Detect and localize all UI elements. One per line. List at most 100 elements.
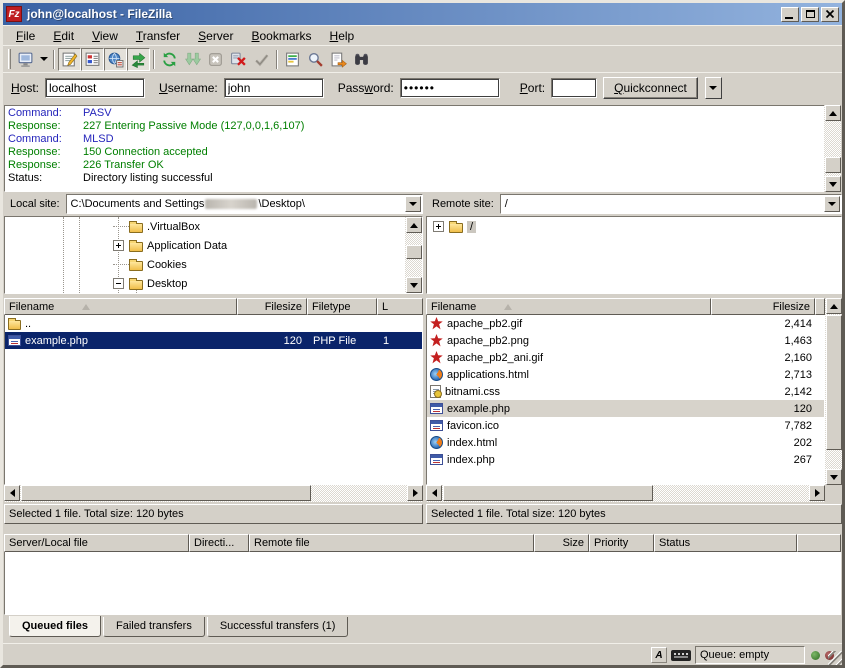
file-row[interactable]: apache_pb2.png1,463 (427, 332, 824, 349)
scroll-right-button[interactable] (407, 485, 423, 501)
toggle-local-tree-button[interactable] (81, 48, 104, 71)
port-input[interactable] (551, 78, 597, 98)
minimize-icon (785, 17, 793, 19)
filter-button[interactable] (281, 48, 304, 71)
directory-comparison-button[interactable] (350, 48, 373, 71)
scroll-left-button[interactable] (4, 485, 20, 501)
process-queue-icon (184, 51, 201, 68)
toolbar-grip[interactable] (8, 49, 11, 69)
maximize-button[interactable] (801, 7, 819, 22)
column-status[interactable]: Status (654, 534, 797, 552)
ico-file-icon (430, 420, 443, 431)
quickconnect-bar: Host: Username: Password: Port: Quickcon… (3, 72, 842, 103)
collapse-icon[interactable] (113, 278, 124, 289)
toggle-message-log-button[interactable] (58, 48, 81, 71)
cancel-operation-button[interactable] (204, 48, 227, 71)
column-direction[interactable]: Directi... (189, 534, 249, 552)
local-path-dropdown-button[interactable] (405, 196, 421, 212)
local-hscrollbar[interactable] (4, 485, 423, 502)
close-button[interactable] (821, 7, 839, 22)
file-search-button[interactable] (304, 48, 327, 71)
column-filetype[interactable]: Filetype (307, 298, 377, 315)
remote-path-text: / (505, 198, 508, 210)
quickconnect-dropdown-button[interactable] (705, 77, 722, 99)
tab-queued-files[interactable]: Queued files (9, 616, 101, 637)
scroll-up-button[interactable] (826, 298, 842, 314)
column-priority[interactable]: Priority (589, 534, 654, 552)
minimize-button[interactable] (781, 7, 799, 22)
file-row[interactable]: favicon.ico7,782 (427, 417, 824, 434)
menu-bookmarks[interactable]: Bookmarks (242, 27, 320, 45)
column-filename[interactable]: Filename (426, 298, 711, 315)
scroll-right-button[interactable] (809, 485, 825, 501)
quickconnect-button[interactable]: Quickconnect (603, 77, 698, 99)
log-line: Response:226 Transfer OK (5, 159, 840, 172)
scroll-down-button[interactable] (825, 176, 841, 192)
expand-icon[interactable] (113, 240, 124, 251)
column-size[interactable]: Size (534, 534, 589, 552)
column-server-local-file[interactable]: Server/Local file (4, 534, 189, 552)
file-row[interactable]: applications.html2,713 (427, 366, 824, 383)
synchronized-browsing-button[interactable] (327, 48, 350, 71)
menu-view[interactable]: View (83, 27, 127, 45)
file-row-example-php[interactable]: example.php 120 PHP File 1 (5, 332, 422, 349)
menu-edit[interactable]: Edit (44, 27, 83, 45)
toggle-queue-button[interactable] (127, 48, 150, 71)
site-manager-dropdown-button[interactable] (37, 49, 50, 70)
clear-queue-button[interactable] (250, 48, 273, 71)
folder-icon (129, 280, 143, 290)
file-row-selected[interactable]: example.php120 (427, 400, 824, 417)
local-path-combo[interactable]: C:\Documents and Settings\Desktop\ (66, 194, 423, 214)
process-queue-button[interactable] (181, 48, 204, 71)
file-row[interactable]: index.php267 (427, 451, 824, 468)
host-input[interactable] (45, 78, 145, 98)
file-row[interactable]: index.html202 (427, 434, 824, 451)
scroll-up-button[interactable] (406, 217, 422, 233)
tree-item-root[interactable]: / (427, 217, 841, 236)
column-lastmodified[interactable]: L (377, 298, 423, 315)
menu-help[interactable]: Help (321, 27, 364, 45)
remote-hscrollbar[interactable] (426, 485, 825, 502)
menu-file[interactable]: File (7, 27, 44, 45)
chevron-down-icon (828, 202, 836, 206)
scroll-down-button[interactable] (406, 277, 422, 293)
tab-failed-transfers[interactable]: Failed transfers (103, 617, 205, 637)
column-filesize[interactable]: Filesize (237, 298, 307, 315)
remote-path-combo[interactable]: / (500, 194, 842, 214)
scroll-up-button[interactable] (825, 105, 841, 121)
column-remote-file[interactable]: Remote file (249, 534, 534, 552)
tree-item-application-data[interactable]: Application Data (5, 236, 422, 255)
file-row[interactable]: bitnami.css2,142 (427, 383, 824, 400)
local-tree-scrollbar[interactable] (405, 217, 422, 293)
scroll-thumb[interactable] (443, 485, 653, 501)
scroll-thumb[interactable] (21, 485, 311, 501)
password-input[interactable] (400, 78, 500, 98)
tab-successful-transfers[interactable]: Successful transfers (1) (207, 617, 349, 637)
scroll-thumb[interactable] (825, 157, 841, 173)
tree-item-desktop[interactable]: Desktop (5, 274, 422, 293)
scroll-thumb[interactable] (406, 245, 422, 259)
log-scrollbar[interactable] (824, 105, 841, 192)
file-row[interactable]: apache_pb2_ani.gif2,160 (427, 349, 824, 366)
tree-item-cookies[interactable]: Cookies (5, 255, 422, 274)
column-filename[interactable]: Filename (4, 298, 237, 315)
expand-icon[interactable] (433, 221, 444, 232)
scroll-down-button[interactable] (826, 469, 842, 485)
remote-vscrollbar[interactable] (825, 298, 842, 485)
column-filesize[interactable]: Filesize (711, 298, 815, 315)
scroll-thumb[interactable] (826, 315, 842, 450)
file-row-updir[interactable]: .. (5, 315, 422, 332)
username-input[interactable] (224, 78, 324, 98)
resize-grip[interactable] (828, 651, 842, 665)
toolbar (3, 45, 842, 72)
menu-transfer[interactable]: Transfer (127, 27, 189, 45)
toggle-remote-tree-button[interactable] (104, 48, 127, 71)
remote-path-dropdown-button[interactable] (824, 196, 840, 212)
disconnect-button[interactable] (227, 48, 250, 71)
site-manager-button[interactable] (14, 48, 37, 71)
refresh-button[interactable] (158, 48, 181, 71)
file-row[interactable]: apache_pb2.gif2,414 (427, 315, 824, 332)
scroll-left-button[interactable] (426, 485, 442, 501)
menu-server[interactable]: Server (189, 27, 242, 45)
tree-item-virtualbox[interactable]: .VirtualBox (5, 217, 422, 236)
